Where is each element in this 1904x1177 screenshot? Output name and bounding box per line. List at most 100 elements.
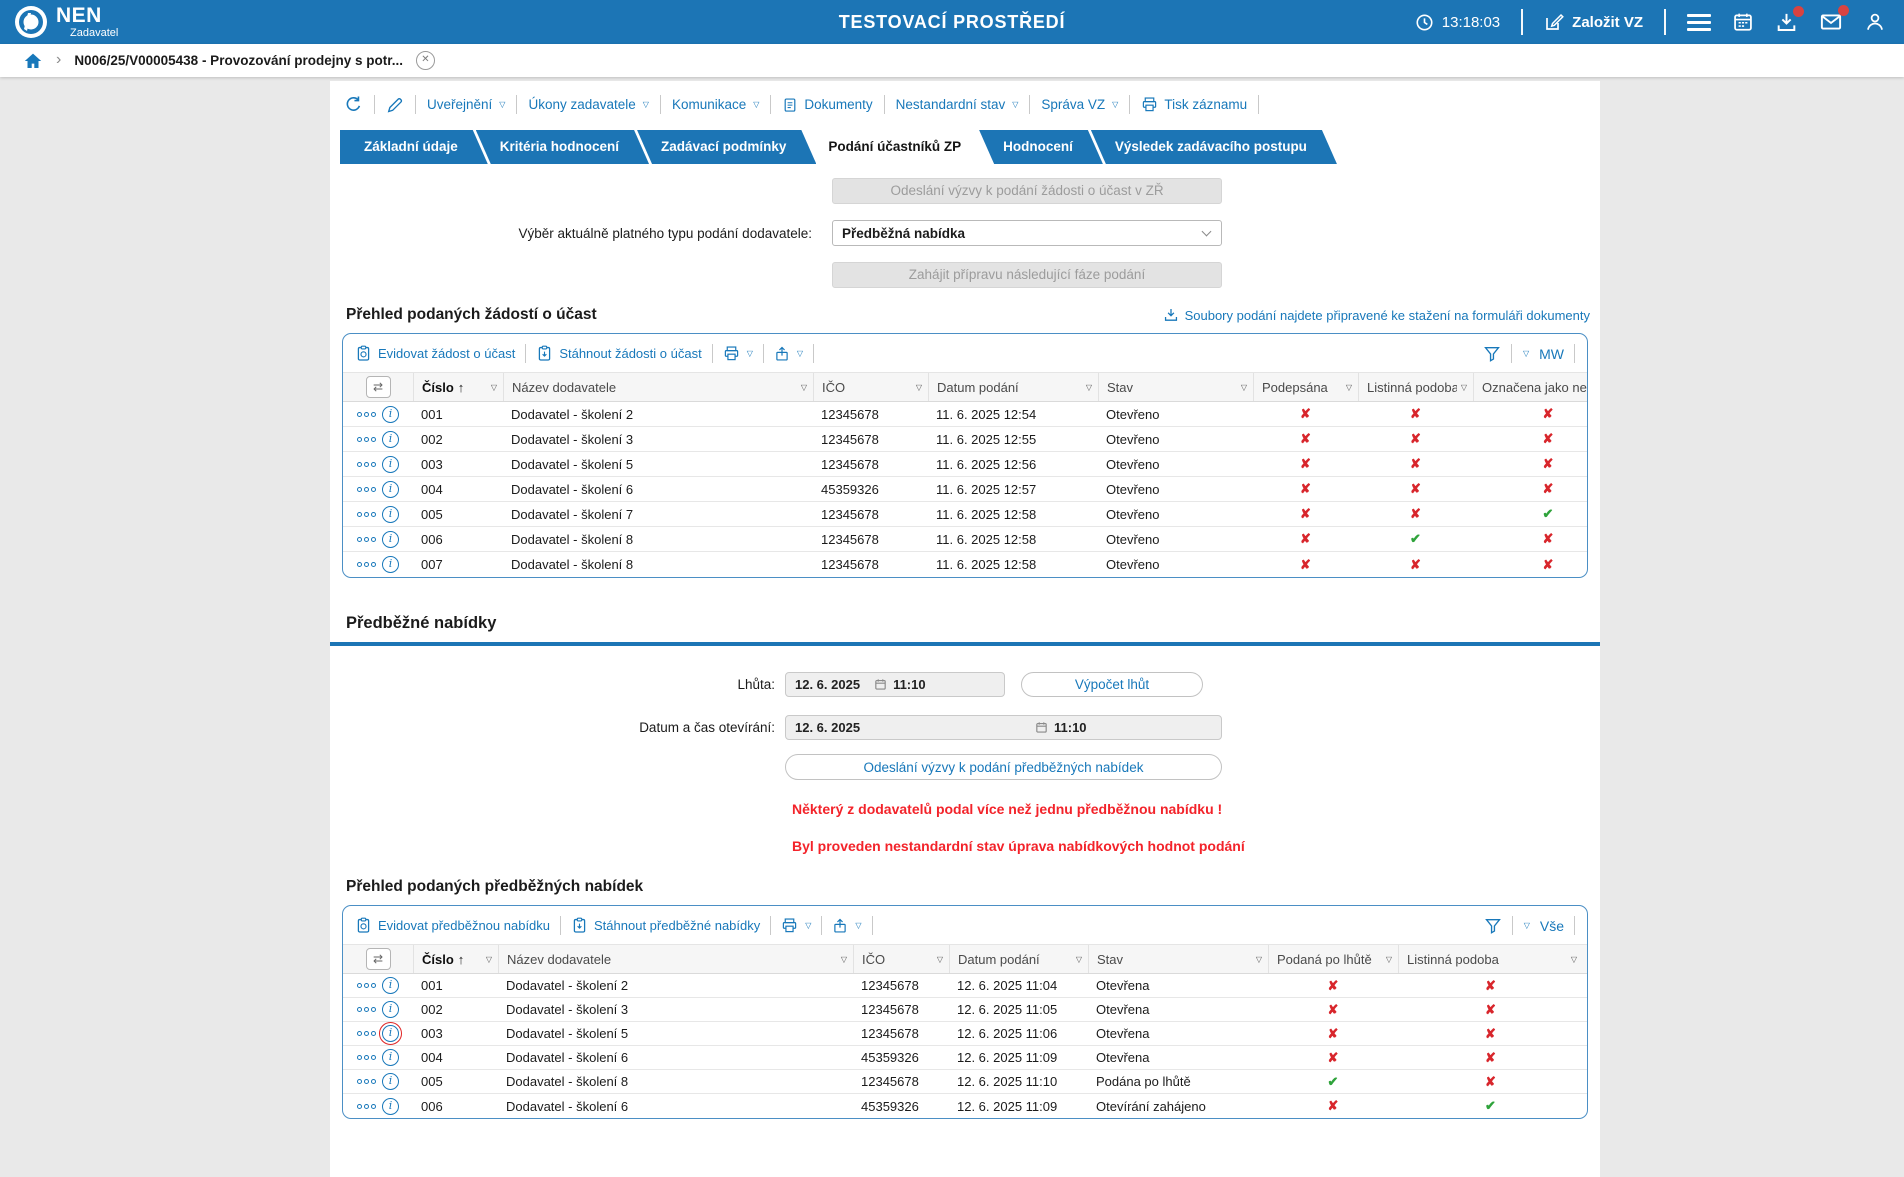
nen-logo[interactable]: NEN Zadavatel bbox=[14, 5, 118, 39]
table-row[interactable]: i007Dodavatel - školení 81234567811. 6. … bbox=[343, 552, 1587, 577]
column-filter-icon[interactable]: ▽ bbox=[797, 383, 807, 392]
menu-icon[interactable] bbox=[1687, 10, 1711, 35]
row-menu-icon[interactable] bbox=[357, 1104, 376, 1109]
column-header-marked[interactable]: Označena jako ne▽ bbox=[1473, 373, 1587, 401]
close-record-icon[interactable]: ✕ bbox=[416, 51, 435, 70]
tab-z-kladn-daje[interactable]: Základní údaje bbox=[340, 130, 488, 164]
column-filter-icon[interactable]: ▽ bbox=[1342, 383, 1352, 392]
info-icon[interactable]: i bbox=[382, 1049, 399, 1066]
column-filter-icon[interactable]: ▽ bbox=[912, 383, 922, 392]
filter-icon[interactable] bbox=[1483, 345, 1501, 363]
row-menu-icon[interactable] bbox=[357, 562, 376, 567]
table-row[interactable]: i003Dodavatel - školení 51234567812. 6. … bbox=[343, 1022, 1587, 1046]
row-menu-icon[interactable] bbox=[357, 1055, 376, 1060]
column-settings-icon[interactable]: ⇄ bbox=[366, 376, 391, 398]
column-header-status[interactable]: Stav▽ bbox=[1098, 373, 1253, 401]
column-filter-icon[interactable]: ▽ bbox=[1382, 955, 1392, 964]
calculate-deadlines-button[interactable]: Výpočet lhůt bbox=[1021, 672, 1203, 697]
row-menu-icon[interactable] bbox=[357, 437, 376, 442]
table-row[interactable]: i002Dodavatel - školení 31234567812. 6. … bbox=[343, 998, 1587, 1022]
grid-view-selector[interactable]: Vše bbox=[1540, 918, 1564, 934]
submission-type-select[interactable]: Předběžná nabídka bbox=[832, 220, 1222, 246]
table-row[interactable]: i001Dodavatel - školení 21234567812. 6. … bbox=[343, 974, 1587, 998]
table-row[interactable]: i001Dodavatel - školení 21234567811. 6. … bbox=[343, 402, 1587, 427]
tab-hodnocen-[interactable]: Hodnocení bbox=[979, 130, 1103, 164]
tab-krit-ria-hodnocen-[interactable]: Kritéria hodnocení bbox=[476, 130, 649, 164]
column-filter-icon[interactable]: ▽ bbox=[1082, 383, 1092, 392]
download-prelim-offers-button[interactable]: Stáhnout předběžné nabídky bbox=[571, 917, 760, 934]
download-submissions-link[interactable]: Soubory podání najdete připravené ke sta… bbox=[1163, 307, 1590, 323]
pencil-icon[interactable] bbox=[386, 96, 404, 114]
info-icon[interactable]: i bbox=[382, 406, 399, 423]
column-filter-icon[interactable]: ▽ bbox=[1457, 383, 1467, 392]
info-icon[interactable]: i bbox=[382, 431, 399, 448]
column-filter-icon[interactable]: ▽ bbox=[1072, 955, 1082, 964]
column-header-ico[interactable]: IČO▽ bbox=[853, 945, 949, 973]
grid-export-button[interactable]: ▽ bbox=[774, 346, 803, 362]
column-header-supplier[interactable]: Název dodavatele▽ bbox=[498, 945, 853, 973]
grid-print-button[interactable]: ▽ bbox=[781, 917, 811, 934]
column-header-number[interactable]: Číslo↑▽ bbox=[413, 373, 503, 401]
menu-nestandardni-stav[interactable]: Nestandardní stav▽ bbox=[896, 97, 1019, 112]
chevron-down-icon[interactable]: ▽ bbox=[1523, 349, 1529, 358]
row-menu-icon[interactable] bbox=[357, 1031, 376, 1036]
tab-pod-n-astn-k-zp[interactable]: Podání účastníků ZP bbox=[804, 130, 991, 164]
column-filter-icon[interactable]: ▽ bbox=[1252, 955, 1262, 964]
menu-sprava-vz[interactable]: Správa VZ▽ bbox=[1041, 97, 1118, 112]
home-icon[interactable] bbox=[23, 51, 43, 71]
column-header-date[interactable]: Datum podání▽ bbox=[928, 373, 1098, 401]
column-header-paper[interactable]: Listinná podoba▽ bbox=[1358, 373, 1473, 401]
register-prelim-offer-button[interactable]: Evidovat předběžnou nabídku bbox=[355, 917, 550, 934]
column-header-number[interactable]: Číslo↑▽ bbox=[413, 945, 498, 973]
info-icon[interactable]: i bbox=[382, 531, 399, 548]
table-row[interactable]: i005Dodavatel - školení 71234567811. 6. … bbox=[343, 502, 1587, 527]
user-icon[interactable] bbox=[1864, 11, 1886, 33]
table-row[interactable]: i006Dodavatel - školení 81234567811. 6. … bbox=[343, 527, 1587, 552]
info-icon[interactable]: i bbox=[382, 481, 399, 498]
info-icon[interactable]: i bbox=[382, 1025, 399, 1042]
menu-uverejneni[interactable]: Uveřejnění▽ bbox=[427, 97, 505, 112]
deadline-input[interactable]: 12. 6. 2025 11:10 bbox=[785, 672, 1005, 697]
grid-view-selector[interactable]: MW bbox=[1539, 346, 1564, 362]
row-menu-icon[interactable] bbox=[357, 462, 376, 467]
breadcrumb-item[interactable]: N006/25/V00005438 - Provozování prodejny… bbox=[74, 53, 403, 68]
table-row[interactable]: i003Dodavatel - školení 51234567811. 6. … bbox=[343, 452, 1587, 477]
column-header-status[interactable]: Stav▽ bbox=[1088, 945, 1268, 973]
menu-komunikace[interactable]: Komunikace▽ bbox=[672, 97, 759, 112]
info-icon[interactable]: i bbox=[382, 1001, 399, 1018]
info-icon[interactable]: i bbox=[382, 506, 399, 523]
row-menu-icon[interactable] bbox=[357, 1007, 376, 1012]
info-icon[interactable]: i bbox=[382, 556, 399, 573]
row-menu-icon[interactable] bbox=[357, 412, 376, 417]
column-header-date[interactable]: Datum podání▽ bbox=[949, 945, 1088, 973]
create-vz-button[interactable]: Založit VZ bbox=[1544, 12, 1643, 32]
info-icon[interactable]: i bbox=[382, 1098, 399, 1115]
menu-ukony-zadavatele[interactable]: Úkony zadavatele▽ bbox=[528, 97, 648, 112]
row-menu-icon[interactable] bbox=[357, 487, 376, 492]
send-prelim-offers-request-button[interactable]: Odeslání výzvy k podání předběžných nabí… bbox=[785, 754, 1222, 780]
column-header-ico[interactable]: IČO▽ bbox=[813, 373, 928, 401]
row-menu-icon[interactable] bbox=[357, 537, 376, 542]
refresh-icon[interactable] bbox=[344, 95, 363, 114]
column-filter-icon[interactable]: ▽ bbox=[933, 955, 943, 964]
column-settings-icon[interactable]: ⇄ bbox=[366, 948, 391, 970]
info-icon[interactable]: i bbox=[382, 977, 399, 994]
info-icon[interactable]: i bbox=[382, 1073, 399, 1090]
table-row[interactable]: i004Dodavatel - školení 64535932612. 6. … bbox=[343, 1046, 1587, 1070]
row-menu-icon[interactable] bbox=[357, 512, 376, 517]
opening-datetime-input[interactable]: 12. 6. 2025 11:10 bbox=[785, 715, 1222, 740]
grid-export-button[interactable]: ▽ bbox=[832, 918, 861, 934]
info-icon[interactable]: i bbox=[382, 456, 399, 473]
downloads-tray-button[interactable] bbox=[1775, 11, 1798, 34]
column-header-signed[interactable]: Podepsána▽ bbox=[1253, 373, 1358, 401]
column-filter-icon[interactable]: ▽ bbox=[1237, 383, 1247, 392]
column-filter-icon[interactable]: ▽ bbox=[482, 955, 492, 964]
column-header-supplier[interactable]: Název dodavatele▽ bbox=[503, 373, 813, 401]
calendar-icon[interactable] bbox=[1732, 11, 1754, 33]
print-record-button[interactable]: Tisk záznamu bbox=[1141, 96, 1247, 113]
table-row[interactable]: i006Dodavatel - školení 64535932612. 6. … bbox=[343, 1094, 1587, 1118]
tab-zad-vac-podm-nky[interactable]: Zadávací podmínky bbox=[637, 130, 816, 164]
messages-button[interactable] bbox=[1819, 10, 1843, 34]
table-row[interactable]: i005Dodavatel - školení 81234567812. 6. … bbox=[343, 1070, 1587, 1094]
row-menu-icon[interactable] bbox=[357, 1079, 376, 1084]
